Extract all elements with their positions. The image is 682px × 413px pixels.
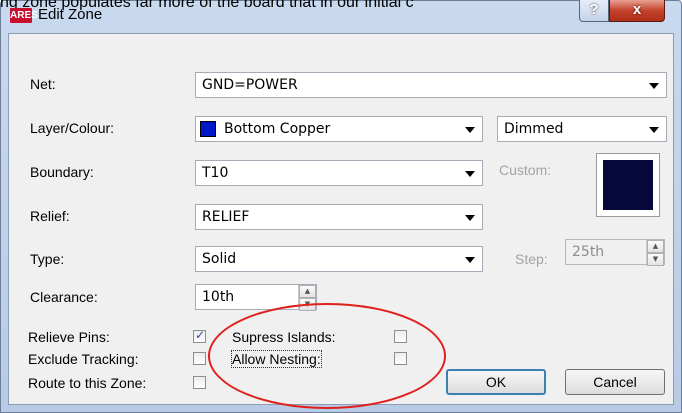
step-stepper[interactable]: 25th ▲ ▼ [565,239,665,266]
type-label: Type: [30,251,65,267]
net-value: GND=POWER [202,77,298,93]
display-mode-dropdown[interactable]: Dimmed [497,116,667,142]
route-to-zone-checkbox[interactable] [193,376,206,389]
custom-color-swatch[interactable] [596,153,660,217]
relieve-pins-checkbox[interactable]: ✓ [193,328,206,343]
chevron-down-icon [649,83,659,89]
spin-up-icon[interactable]: ▲ [647,240,664,253]
spin-up-icon[interactable]: ▲ [299,285,316,298]
exclude-tracking-checkbox[interactable] [193,352,206,365]
step-label: Step: [515,251,548,267]
net-dropdown[interactable]: GND=POWER [195,72,667,98]
exclude-tracking-label: Exclude Tracking: [28,351,139,367]
help-button[interactable]: ? [579,0,609,22]
chevron-down-icon [465,171,475,177]
route-to-zone-label: Route to this Zone: [28,375,147,391]
step-value: 25th [572,244,605,260]
checkmark-icon: ✓ [195,328,206,342]
chevron-down-icon [649,127,659,133]
cancel-button[interactable]: Cancel [565,369,665,395]
ares-app-icon: ARES [10,8,38,23]
boundary-value: T10 [202,165,229,181]
layer-color-swatch [200,121,216,137]
layer-value: Bottom Copper [224,121,331,137]
relief-value: RELIEF [202,209,250,225]
custom-color-fill [603,160,653,210]
chevron-down-icon [465,257,475,263]
spin-down-icon[interactable]: ▼ [647,253,664,266]
boundary-dropdown[interactable]: T10 [195,160,483,186]
type-value: Solid [202,251,237,267]
chevron-down-icon [465,127,475,133]
chevron-down-icon [465,215,475,221]
relieve-pins-label: Relieve Pins: [28,329,110,345]
custom-label: Custom: [499,162,552,178]
annotation-ellipse [208,303,446,409]
ok-button[interactable]: OK [446,369,546,395]
clearance-value: 10th [202,289,235,305]
type-dropdown[interactable]: Solid [195,246,483,272]
relief-dropdown[interactable]: RELIEF [195,204,483,230]
layer-colour-label: Layer/Colour: [30,120,115,136]
boundary-label: Boundary: [30,164,94,180]
step-spin-buttons[interactable]: ▲ ▼ [646,240,664,266]
close-button[interactable]: x [609,0,665,22]
net-label: Net: [30,76,56,92]
title-bar[interactable]: ARES Edit Zone ? x [0,0,682,32]
layer-dropdown[interactable]: Bottom Copper [195,116,483,142]
relief-label: Relief: [30,208,70,224]
window-title: Edit Zone [38,6,103,23]
clearance-label: Clearance: [30,289,98,305]
display-mode-value: Dimmed [504,121,564,137]
